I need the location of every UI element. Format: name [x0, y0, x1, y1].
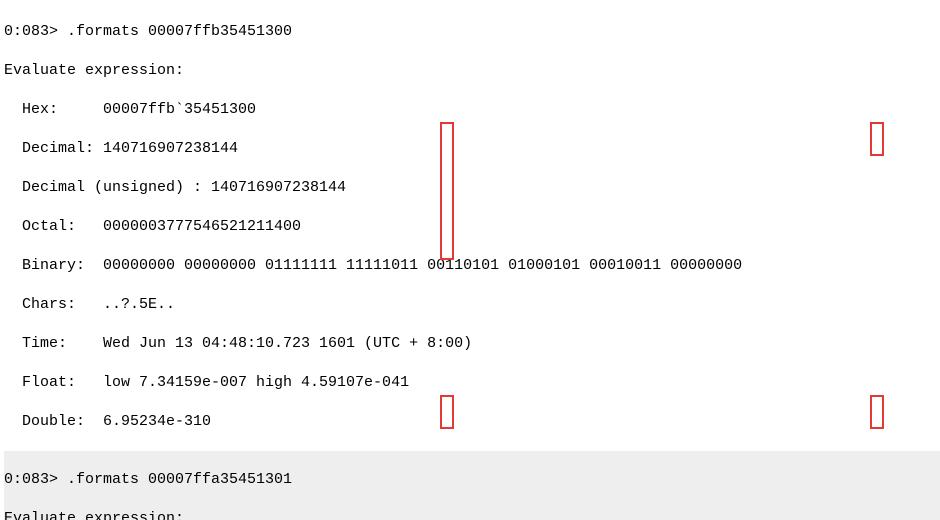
- decimal-unsigned-line-1: Decimal (unsigned) : 140716907238144: [4, 178, 940, 198]
- debugger-output: 0:083> .formats 00007ffb35451300 Evaluat…: [0, 0, 940, 520]
- selected-block: 0:083> .formats 00007ffa35451301 Evaluat…: [4, 451, 940, 520]
- time-line-1: Time: Wed Jun 13 04:48:10.723 1601 (UTC …: [4, 334, 940, 354]
- hex-line-1: Hex: 00007ffb`35451300: [4, 100, 940, 120]
- cmd-prompt-2[interactable]: 0:083> .formats 00007ffa35451301: [4, 470, 940, 490]
- double-line-1: Double: 6.95234e-310: [4, 412, 940, 432]
- cmd-prompt-1[interactable]: 0:083> .formats 00007ffb35451300: [4, 22, 940, 42]
- float-line-1: Float: low 7.34159e-007 high 4.59107e-04…: [4, 373, 940, 393]
- eval-header-2: Evaluate expression:: [4, 509, 940, 520]
- binary-line-1: Binary: 00000000 00000000 01111111 11111…: [4, 256, 940, 276]
- eval-header-1: Evaluate expression:: [4, 61, 940, 81]
- octal-line-1: Octal: 0000003777546521211400: [4, 217, 940, 237]
- chars-line-1: Chars: ..?.5E..: [4, 295, 940, 315]
- decimal-line-1: Decimal: 140716907238144: [4, 139, 940, 159]
